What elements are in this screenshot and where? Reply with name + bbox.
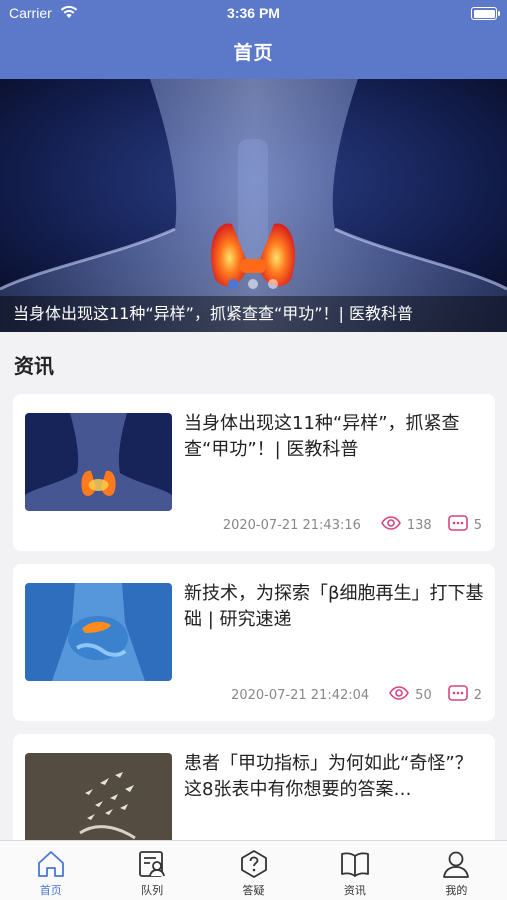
carousel-dot[interactable] <box>228 279 238 289</box>
news-title[interactable]: 新技术，为探索「β细胞再生」打下基础 | 研究速递 <box>184 581 484 633</box>
status-bar: Carrier 3:36 PM <box>0 0 507 28</box>
comment-count: 5 <box>473 517 482 533</box>
tab-home[interactable]: 首页 <box>0 841 101 900</box>
view-count: 138 <box>406 517 432 533</box>
news-date: 2020-07-21 21:43:16 <box>222 517 361 533</box>
tab-queue[interactable]: 队列 <box>101 841 202 900</box>
news-card[interactable]: 新技术，为探索「β细胞再生」打下基础 | 研究速递 2020-07-21 21:… <box>13 564 495 721</box>
news-card[interactable]: 当身体出现这11种“异样”，抓紧查查“甲功”！| 医教科普 2020-07-21… <box>13 394 495 551</box>
tab-label: 资讯 <box>343 884 366 897</box>
news-title[interactable]: 患者「甲功指标」为何如此“奇怪”？这8张表中有你想要的答案… <box>184 751 484 803</box>
user-icon <box>440 848 472 880</box>
carousel-dot[interactable] <box>248 279 258 289</box>
banner-caption[interactable]: 当身体出现这11种“异样”，抓紧查查“甲功”！| 医教科普 <box>0 296 507 332</box>
home-icon <box>35 848 67 880</box>
queue-icon <box>136 848 168 880</box>
news-thumbnail <box>25 413 172 511</box>
carousel-indicator[interactable] <box>228 279 278 289</box>
tab-label: 答疑 <box>242 884 265 897</box>
banner-image <box>0 79 507 332</box>
tab-news[interactable]: 资讯 <box>304 841 405 900</box>
tab-qa[interactable]: 答疑 <box>203 841 304 900</box>
news-thumbnail <box>25 753 172 851</box>
tab-label: 首页 <box>39 884 62 897</box>
news-meta: 2020-07-21 21:42:04 50 2 <box>231 685 482 705</box>
comment-count: 2 <box>473 687 482 703</box>
comment-icon <box>447 685 468 705</box>
tab-bar: 首页 队列 答疑 资讯 我的 <box>0 840 507 900</box>
view-count: 50 <box>415 687 432 703</box>
question-icon <box>238 848 270 880</box>
page-title: 首页 <box>233 42 274 64</box>
eye-icon <box>389 686 410 704</box>
tab-profile[interactable]: 我的 <box>406 841 507 900</box>
tab-label: 我的 <box>445 884 468 897</box>
comment-icon <box>447 515 468 535</box>
banner-carousel[interactable]: 当身体出现这11种“异样”，抓紧查查“甲功”！| 医教科普 <box>0 79 507 332</box>
header: Carrier 3:36 PM 首页 <box>0 0 507 79</box>
status-time: 3:36 PM <box>227 5 280 21</box>
eye-icon <box>380 516 401 534</box>
news-title[interactable]: 当身体出现这11种“异样”，抓紧查查“甲功”！| 医教科普 <box>184 411 484 463</box>
news-thumbnail <box>25 583 172 681</box>
news-meta: 2020-07-21 21:43:16 138 5 <box>223 515 482 535</box>
section-title: 资讯 <box>14 354 54 378</box>
tab-label: 队列 <box>141 884 164 897</box>
battery-icon <box>471 7 500 20</box>
book-icon <box>339 848 371 880</box>
news-list: 当身体出现这11种“异样”，抓紧查查“甲功”！| 医教科普 2020-07-21… <box>13 394 495 900</box>
carousel-dot[interactable] <box>268 279 278 289</box>
news-date: 2020-07-21 21:42:04 <box>231 687 370 703</box>
